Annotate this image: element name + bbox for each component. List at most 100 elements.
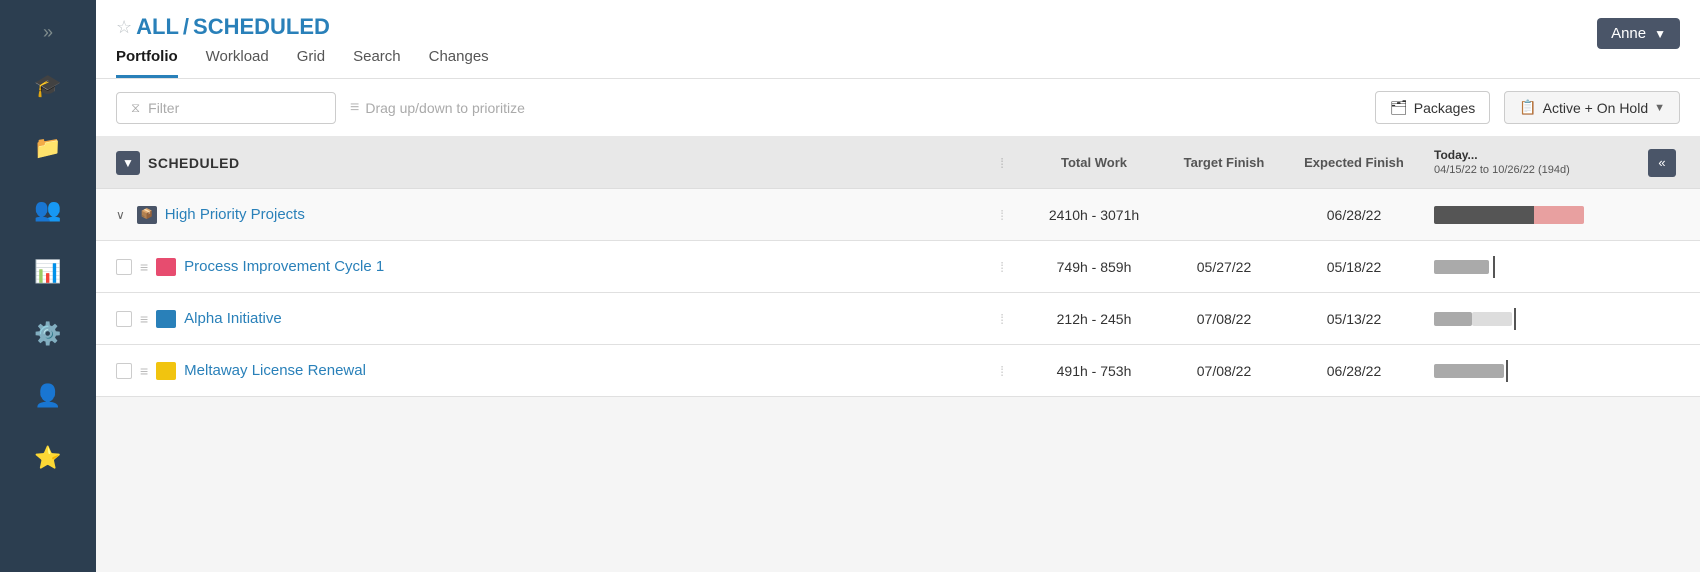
drag-hint: ≡ Drag up/down to prioritize (350, 99, 1361, 117)
meltaway-license-link[interactable]: Meltaway License Renewal (184, 362, 366, 379)
main-content: ☆ ALL / SCHEDULED Portfolio Workload Gri… (96, 0, 1700, 572)
breadcrumb-separator: / (183, 14, 189, 40)
toolbar: ⧖ Filter ≡ Drag up/down to prioritize 🗂 … (96, 79, 1700, 137)
today-range: 04/15/22 to 10/26/22 (194d) (1434, 163, 1644, 177)
row-target-finish: 07/08/22 (1164, 311, 1284, 327)
row-project-name-col: ≡ Meltaway License Renewal (116, 362, 1000, 380)
row-gantt-bar (1424, 258, 1644, 276)
table-row: ≡ Process Improvement Cycle 1 ⁞ 749h - 8… (96, 241, 1700, 293)
header-left: ☆ ALL / SCHEDULED Portfolio Workload Gri… (116, 14, 489, 78)
row-project-name-col: ≡ Process Improvement Cycle 1 (116, 258, 1000, 276)
sidebar-item-settings[interactable]: ⚙️ (0, 303, 96, 365)
col-collapse-header: « (1644, 149, 1680, 177)
breadcrumb-scheduled: SCHEDULED (193, 14, 330, 40)
gantt-gray-segment (1434, 364, 1504, 378)
filter-placeholder: Filter (148, 100, 179, 116)
sidebar-collapse-button[interactable]: » (0, 10, 96, 55)
row-gantt-bar (1424, 310, 1644, 328)
sidebar-item-files[interactable]: 📁 (0, 117, 96, 179)
active-hold-dropdown-icon: ▼ (1654, 102, 1665, 114)
row-total-work: 212h - 245h (1024, 311, 1164, 327)
gantt-group-bar (1434, 206, 1614, 224)
row-total-work: 491h - 753h (1024, 363, 1164, 379)
folder-icon: 📁 (34, 135, 61, 161)
sidebar-item-people[interactable]: 👥 (0, 179, 96, 241)
timeline-collapse-button[interactable]: « (1648, 149, 1676, 177)
user-name-label: Anne (1611, 25, 1646, 42)
col-timeline-header: Today... 04/15/22 to 10/26/22 (194d) (1424, 148, 1644, 178)
folder-yellow-icon (156, 362, 176, 380)
row-project-name-col: ≡ Alpha Initiative (116, 310, 1000, 328)
folder-blue-icon (156, 310, 176, 328)
gantt-line-marker (1506, 360, 1508, 382)
gantt-line-marker (1493, 256, 1495, 278)
table-container: ▼ SCHEDULED ⁞ Total Work Target Finish E… (96, 137, 1700, 572)
row-checkbox[interactable] (116, 311, 132, 327)
breadcrumb-all-link[interactable]: ALL (136, 14, 179, 40)
gantt-dark-segment (1434, 206, 1534, 224)
gantt-project1-bar (1434, 258, 1614, 276)
tab-workload[interactable]: Workload (206, 48, 269, 78)
active-hold-button[interactable]: 📋 Active + On Hold ▼ (1504, 91, 1680, 124)
row-total-work: 2410h - 3071h (1024, 207, 1164, 223)
col-name-header: ▼ SCHEDULED (116, 151, 1000, 175)
sidebar-item-reports[interactable]: 📊 (0, 241, 96, 303)
col-toggle-button[interactable]: ▼ (116, 151, 140, 175)
drag-hint-icon: ≡ (350, 99, 359, 117)
row-drag-icon: ≡ (140, 259, 148, 275)
tab-search[interactable]: Search (353, 48, 401, 78)
package-icon: 📦 (137, 206, 157, 224)
row-drag-handle: ⁞ (1000, 259, 1004, 275)
filter-icon: ⧖ (131, 100, 140, 116)
table-row: ≡ Alpha Initiative ⁞ 212h - 245h 07/08/2… (96, 293, 1700, 345)
packages-button[interactable]: 🗂 Packages (1375, 91, 1490, 124)
group-expand-icon[interactable]: ∨ (116, 208, 125, 222)
gantt-light-segment (1472, 312, 1512, 326)
col-total-work-header: Total Work (1024, 155, 1164, 170)
user-dropdown-arrow: ▼ (1654, 27, 1666, 41)
header: ☆ ALL / SCHEDULED Portfolio Workload Gri… (96, 0, 1700, 79)
packages-label: Packages (1414, 100, 1475, 116)
gantt-project2-bar (1434, 310, 1614, 328)
tab-changes[interactable]: Changes (429, 48, 489, 78)
tab-grid[interactable]: Grid (297, 48, 325, 78)
row-target-finish: 07/08/22 (1164, 363, 1284, 379)
tabs-nav: Portfolio Workload Grid Search Changes (116, 48, 489, 78)
row-checkbox[interactable] (116, 259, 132, 275)
settings-icon: ⚙️ (34, 321, 61, 347)
sidebar: » 🎓 📁 👥 📊 ⚙️ 👤 ⭐ (0, 0, 96, 572)
sidebar-item-learning[interactable]: 🎓 (0, 55, 96, 117)
high-priority-projects-link[interactable]: High Priority Projects (165, 206, 305, 223)
col-drag-handle: ⁞ (1000, 155, 1004, 171)
gantt-gray-segment (1434, 260, 1489, 274)
row-drag-handle: ⁞ (1000, 311, 1004, 327)
row-expected-finish: 05/13/22 (1284, 311, 1424, 327)
tab-portfolio[interactable]: Portfolio (116, 48, 178, 78)
active-hold-label: Active + On Hold (1543, 100, 1648, 116)
breadcrumb-star-icon[interactable]: ☆ (116, 17, 132, 38)
col-target-finish-header: Target Finish (1164, 155, 1284, 170)
row-total-work: 749h - 859h (1024, 259, 1164, 275)
row-expected-finish: 06/28/22 (1284, 363, 1424, 379)
col-scheduled-label: SCHEDULED (148, 155, 240, 171)
row-drag-icon: ≡ (140, 363, 148, 379)
row-gantt-bar (1424, 362, 1644, 380)
row-drag-icon: ≡ (140, 311, 148, 327)
sidebar-item-favorites[interactable]: ⭐ (0, 427, 96, 489)
row-checkbox[interactable] (116, 363, 132, 379)
star-icon: ⭐ (34, 445, 61, 471)
table-header: ▼ SCHEDULED ⁞ Total Work Target Finish E… (96, 137, 1700, 189)
alpha-initiative-link[interactable]: Alpha Initiative (184, 310, 282, 327)
gantt-line-marker (1514, 308, 1516, 330)
packages-icon: 🗂 (1390, 99, 1408, 116)
filter-input[interactable]: ⧖ Filter (116, 92, 336, 124)
gantt-project3-bar (1434, 362, 1614, 380)
gantt-pink-segment (1534, 206, 1584, 224)
user-icon: 👤 (34, 383, 61, 409)
sidebar-item-profile[interactable]: 👤 (0, 365, 96, 427)
table-row: ∨ 📦 High Priority Projects ⁞ 2410h - 307… (96, 189, 1700, 241)
row-drag-handle: ⁞ (1000, 207, 1004, 223)
user-button[interactable]: Anne ▼ (1597, 18, 1680, 49)
row-gantt-bar (1424, 206, 1644, 224)
process-improvement-link[interactable]: Process Improvement Cycle 1 (184, 258, 384, 275)
